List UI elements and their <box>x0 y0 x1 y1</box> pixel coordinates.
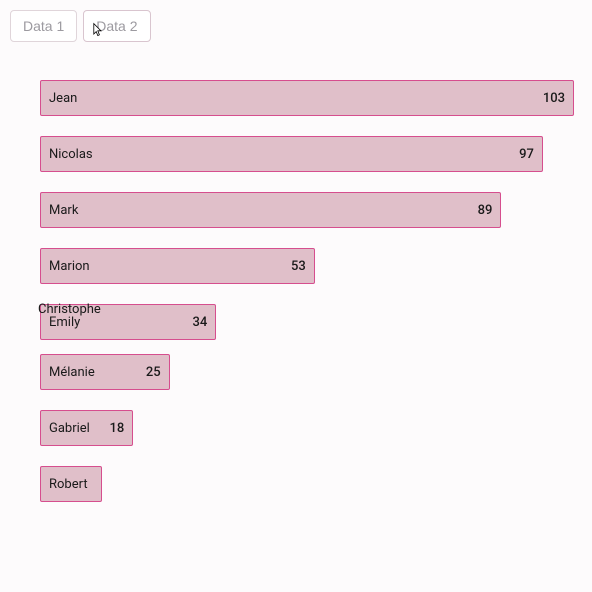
bar-mark: Mark 89 <box>40 192 501 228</box>
bar-nicolas: Nicolas 97 <box>40 136 543 172</box>
bar-chart: Jean 103 Nicolas 97 Mark 89 Marion 53 Emily 34 Mél… <box>40 80 574 502</box>
bar-m-lanie: Mélanie 25 <box>40 354 170 390</box>
bar-marion: Marion 53 <box>40 248 315 284</box>
bar-label: Nicolas <box>49 147 93 162</box>
tab-data-2[interactable]: Data 2 <box>83 10 150 42</box>
bar-label: Jean <box>49 91 77 106</box>
bar-robert: Robert <box>40 466 102 502</box>
bar-label: Marion <box>49 259 90 274</box>
tab-data-1[interactable]: Data 1 <box>10 10 77 42</box>
bar-value: 18 <box>110 421 125 436</box>
bar-value: 89 <box>478 203 493 218</box>
bar-value: 103 <box>543 91 565 106</box>
bar-value: 53 <box>291 259 306 274</box>
bar-value: 34 <box>192 315 207 330</box>
bar-gabriel: Gabriel 18 <box>40 410 133 446</box>
bar-emily: Emily 34 <box>40 304 216 340</box>
tab-bar: Data 1 Data 2 <box>10 10 582 42</box>
bar-jean: Jean 103 <box>40 80 574 116</box>
bar-label: Mélanie <box>49 365 95 380</box>
bar-label: Robert <box>49 477 88 492</box>
bar-value: 97 <box>519 147 534 162</box>
bar-label: Mark <box>49 203 78 218</box>
bar-label: Gabriel <box>49 421 90 436</box>
bar-value: 25 <box>146 365 161 380</box>
bar-label: Emily <box>49 315 80 330</box>
